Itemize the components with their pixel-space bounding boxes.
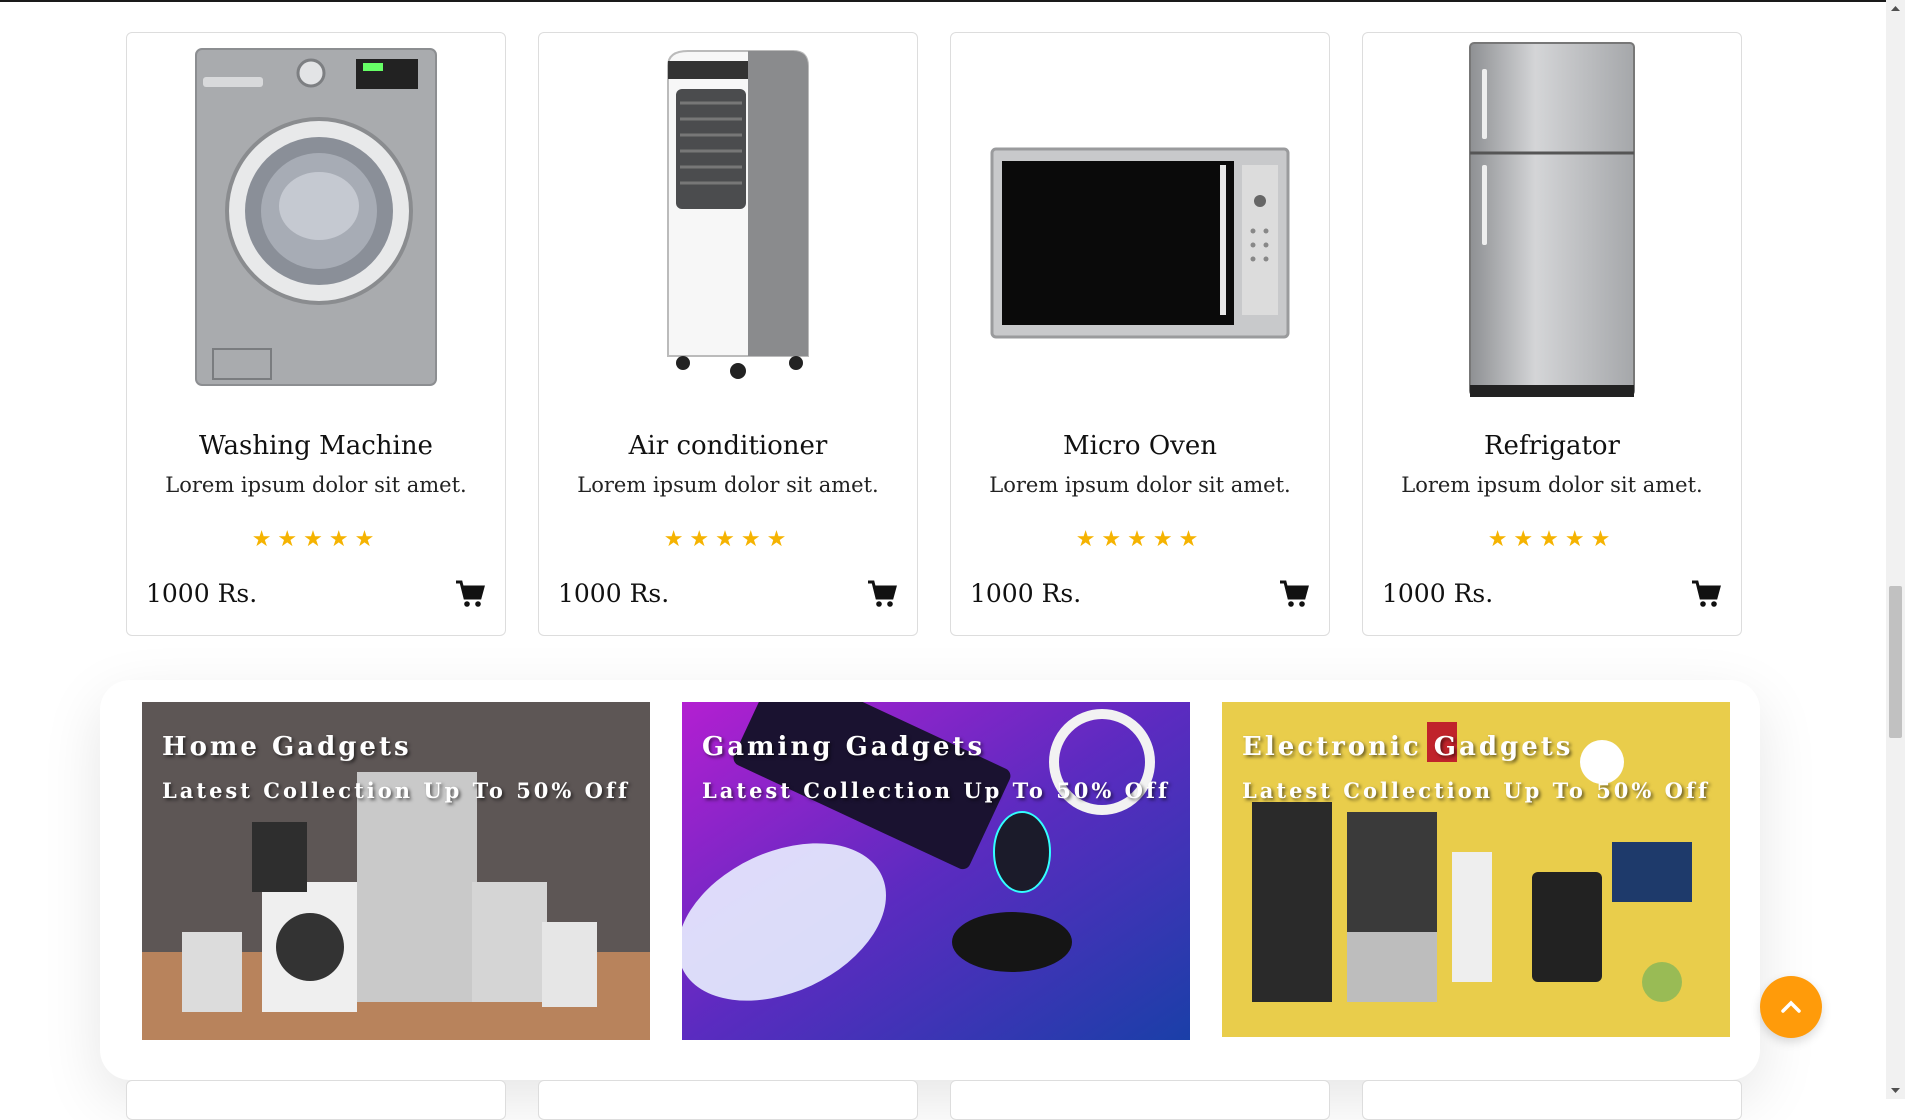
product-description: Lorem ipsum dolor sit amet. [989, 473, 1291, 497]
top-border [0, 0, 1886, 2]
chevron-up-icon [1781, 1000, 1801, 1013]
product-price: 1000 Rs. [146, 579, 258, 608]
product-card-next-row [950, 1080, 1330, 1120]
banner-subtitle: Latest Collection Up To 50% Off [702, 778, 1171, 803]
banner-title: Gaming Gadgets [702, 732, 986, 762]
product-description: Lorem ipsum dolor sit amet. [165, 473, 467, 497]
shopping-cart-icon [1280, 580, 1309, 607]
product-description: Lorem ipsum dolor sit amet. [1401, 473, 1703, 497]
product-price: 1000 Rs. [970, 579, 1082, 608]
refrigerator-image [1363, 41, 1741, 441]
banner-subtitle: Latest Collection Up To 50% Off [162, 778, 631, 803]
star-rating: ★★★★★ [251, 527, 381, 552]
banner-title: Electronic Gadgets [1242, 732, 1574, 762]
scroll-to-top-button[interactable] [1760, 976, 1822, 1038]
scroll-down-arrow[interactable] [1886, 1082, 1905, 1099]
microwave-oven-image [951, 41, 1329, 441]
air-cooler-image [539, 41, 917, 441]
product-card-air-conditioner[interactable]: Air conditioner Lorem ipsum dolor sit am… [538, 32, 918, 636]
scroll-up-arrow[interactable] [1886, 0, 1905, 17]
scrollbar-thumb[interactable] [1889, 586, 1902, 738]
star-rating: ★★★★★ [1075, 527, 1205, 552]
product-grid: Washing Machine Lorem ipsum dolor sit am… [126, 32, 1746, 640]
banner-electronic-gadgets[interactable]: Electronic Gadgets Latest Collection Up … [1222, 702, 1730, 1037]
product-price: 1000 Rs. [1382, 579, 1494, 608]
product-card-next-row [1362, 1080, 1742, 1120]
product-title[interactable]: Refrigator [1363, 431, 1741, 461]
shopping-cart-icon [868, 580, 897, 607]
product-card-refrigator[interactable]: Refrigator Lorem ipsum dolor sit amet. ★… [1362, 32, 1742, 636]
product-title[interactable]: Air conditioner [539, 431, 917, 461]
product-card-washing-machine[interactable]: Washing Machine Lorem ipsum dolor sit am… [126, 32, 506, 636]
product-title[interactable]: Washing Machine [127, 431, 505, 461]
vertical-scrollbar[interactable] [1886, 0, 1905, 1099]
banner-home-gadgets[interactable]: Home Gadgets Latest Collection Up To 50%… [142, 702, 650, 1040]
star-rating: ★★★★★ [1487, 527, 1617, 552]
banner-gaming-gadgets[interactable]: Gaming Gadgets Latest Collection Up To 5… [682, 702, 1190, 1040]
shopping-cart-icon [456, 580, 485, 607]
shopping-cart-icon [1692, 580, 1721, 607]
add-to-cart-button[interactable] [455, 579, 485, 609]
add-to-cart-button[interactable] [1691, 579, 1721, 609]
star-rating: ★★★★★ [663, 527, 793, 552]
add-to-cart-button[interactable] [1279, 579, 1309, 609]
banner-subtitle: Latest Collection Up To 50% Off [1242, 778, 1711, 803]
washing-machine-image [127, 41, 505, 441]
promo-banners: Home Gadgets Latest Collection Up To 50%… [100, 680, 1760, 1080]
product-price: 1000 Rs. [558, 579, 670, 608]
product-title[interactable]: Micro Oven [951, 431, 1329, 461]
product-card-next-row [126, 1080, 506, 1120]
add-to-cart-button[interactable] [867, 579, 897, 609]
product-card-micro-oven[interactable]: Micro Oven Lorem ipsum dolor sit amet. ★… [950, 32, 1330, 636]
product-description: Lorem ipsum dolor sit amet. [577, 473, 879, 497]
banner-title: Home Gadgets [162, 732, 412, 762]
page: Washing Machine Lorem ipsum dolor sit am… [0, 0, 1886, 1120]
product-card-next-row [538, 1080, 918, 1120]
